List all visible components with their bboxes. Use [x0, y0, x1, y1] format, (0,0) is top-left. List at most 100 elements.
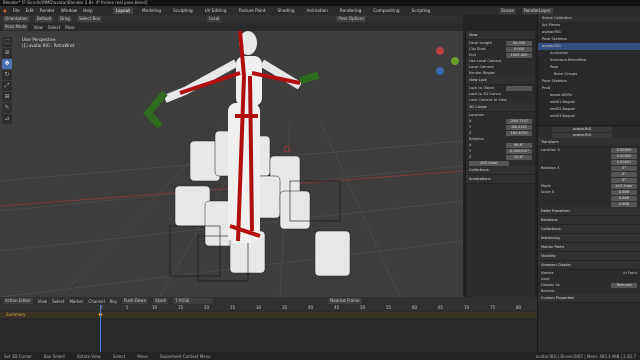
scale-y-field[interactable]: 0.868	[611, 195, 637, 201]
menu-marker[interactable]: Marker	[69, 299, 83, 304]
visibility-header[interactable]: Visibility	[538, 252, 640, 261]
tab-texture-paint[interactable]: Texture Paint	[236, 7, 269, 14]
outliner-item[interactable]: reel01.Bogroll	[538, 99, 640, 106]
outliner-item[interactable]: avatar.RIG	[538, 29, 640, 36]
outliner-item[interactable]: Bone Groups	[538, 71, 640, 78]
scale-x-field[interactable]: 0.868	[611, 189, 637, 195]
relations-header[interactable]: Relations	[538, 216, 640, 225]
select-box-dropdown[interactable]: Select Box	[76, 16, 102, 22]
instancing-header[interactable]: Instancing	[538, 234, 640, 243]
tab-animation[interactable]: Animation	[304, 7, 331, 14]
menu-window[interactable]: Window	[61, 8, 78, 13]
menu-key[interactable]: Key	[110, 299, 117, 304]
drag-dropdown[interactable]: Drag	[58, 16, 72, 22]
menu-view-tl[interactable]: View	[38, 299, 48, 304]
menu-help[interactable]: Help	[83, 8, 93, 13]
mode-dropdown[interactable]: Pose Mode	[3, 24, 29, 30]
tab-layout[interactable]: Layout	[112, 7, 134, 14]
local-camera-checkbox[interactable]: Use Local Camera	[469, 59, 501, 63]
menu-select-tl[interactable]: Select	[52, 299, 64, 304]
select-tool-icon[interactable]: ⬚	[2, 37, 12, 47]
outliner-item[interactable]: Animation	[538, 50, 640, 57]
rotation-z-field[interactable]: 0°	[611, 177, 637, 183]
3d-cursor-header[interactable]: 3D Cursor	[466, 103, 535, 112]
annotate-tool-icon[interactable]: ✎	[2, 103, 12, 113]
view-section-header[interactable]: View	[466, 31, 535, 40]
blender-logo-icon[interactable]: ◉	[3, 8, 7, 13]
delta-transform-header[interactable]: Delta Transform	[538, 207, 640, 216]
rotation-mode-dropdown[interactable]: XYZ Euler	[469, 160, 509, 166]
in-front-checkbox[interactable]: In Front	[623, 271, 637, 275]
rotation-x-field[interactable]: 0°	[611, 165, 637, 171]
clip-start-field[interactable]: 0.000	[506, 46, 532, 52]
lock-camera-checkbox[interactable]: Lock Camera to View	[469, 98, 507, 102]
measure-tool-icon[interactable]: ⊿	[2, 114, 12, 124]
menu-view[interactable]: View	[33, 25, 43, 30]
menu-channel[interactable]: Channel	[88, 299, 104, 304]
view-lock-header[interactable]: View Lock	[466, 76, 535, 85]
outliner-item[interactable]: Pose	[538, 64, 640, 71]
tab-sculpting[interactable]: Sculpting	[170, 7, 196, 14]
tab-shading[interactable]: Shading	[275, 7, 298, 14]
motion-paths-header[interactable]: Motion Paths	[538, 243, 640, 252]
outliner-item-selected[interactable]: avatar.RIG	[538, 43, 640, 50]
menu-file[interactable]: File	[13, 8, 20, 13]
outliner-item[interactable]: reel03.Bogroll	[538, 113, 640, 120]
annotations-header[interactable]: Annotations	[466, 175, 535, 184]
outliner-item[interactable]: Prod	[538, 85, 640, 92]
cursor-tool-icon[interactable]: ⊕	[2, 48, 12, 58]
nearest-frame-dropdown[interactable]: Nearest Frame	[328, 298, 362, 304]
rotation-mode-field[interactable]: XYZ Euler	[611, 183, 637, 189]
default-dropdown[interactable]: Default	[34, 16, 54, 22]
menu-edit[interactable]: Edit	[26, 8, 34, 13]
editor-type-dropdown[interactable]: Action Editor	[3, 298, 33, 304]
action-field[interactable]: T-POSE	[173, 298, 214, 304]
lock-object-field[interactable]	[506, 85, 532, 91]
cursor-location-x[interactable]: -285.7157	[506, 118, 532, 124]
viewport-display-header[interactable]: Viewport Display	[538, 261, 640, 270]
tab-scripting[interactable]: Scripting	[409, 7, 434, 14]
location-z-field[interactable]: 0.00001	[611, 159, 637, 165]
menu-pose[interactable]: Pose	[65, 25, 74, 30]
pose-options-dropdown[interactable]: Pose Options	[336, 16, 367, 22]
axes-checkbox[interactable]: Axes	[541, 277, 550, 281]
tab-rendering[interactable]: Rendering	[337, 7, 364, 14]
tab-compositing[interactable]: Compositing	[370, 7, 402, 14]
bounds-checkbox[interactable]: Bounds	[541, 289, 554, 293]
collections-header[interactable]: Collections	[466, 166, 535, 175]
outliner-item[interactable]: Scene Collection	[538, 15, 640, 22]
3d-viewport[interactable]: ⬚ ⊕ ✥ ↻ ⤢ ⊞ ✎ ⊿ User Perspective (1) ava…	[0, 31, 463, 297]
playhead[interactable]	[100, 305, 101, 352]
display-as-dropdown[interactable]: Textured	[611, 282, 637, 288]
collections-panel-header[interactable]: Collections	[538, 225, 640, 234]
object-name-field[interactable]: avatar.RIG	[552, 126, 612, 132]
local-dropdown[interactable]: Local	[206, 16, 222, 22]
tab-uv-editing[interactable]: UV Editing	[202, 7, 230, 14]
cursor-rotation-y[interactable]: -0.000016°	[506, 148, 532, 154]
cursor-rotation-x[interactable]: 68.8°	[506, 142, 532, 148]
rotation-y-field[interactable]: 0°	[611, 171, 637, 177]
custom-properties-header[interactable]: Custom Properties	[538, 294, 640, 303]
push-down-button[interactable]: Push Down	[122, 298, 149, 304]
scale-z-field[interactable]: 0.868	[611, 201, 637, 207]
location-y-field[interactable]: 0.00000	[611, 153, 637, 159]
scene-selector[interactable]: Scene	[499, 7, 516, 14]
tab-modeling[interactable]: Modeling	[139, 7, 164, 14]
names-checkbox[interactable]: Names	[541, 271, 553, 275]
focal-length-field[interactable]: 50.000	[506, 40, 532, 46]
outliner-item[interactable]: Pose Skeleton	[538, 36, 640, 43]
outliner-item[interactable]: reel02.Bogroll	[538, 106, 640, 113]
outliner-item[interactable]: board.WERV	[538, 92, 640, 99]
summary-row[interactable]: Summary	[0, 312, 537, 318]
orientation-dropdown[interactable]: Orientation	[3, 16, 30, 22]
cursor-rotation-z[interactable]: 24.8°	[506, 154, 532, 160]
lock-3d-cursor-checkbox[interactable]: Lock to 3D Cursor	[469, 92, 501, 96]
data-name-field[interactable]: avatar.RIG	[552, 132, 612, 138]
transform-header[interactable]: Transform	[538, 138, 640, 147]
view-layer-selector[interactable]: RenderLayer	[521, 7, 553, 14]
cursor-location-z[interactable]: 162.6759	[506, 130, 532, 136]
stash-button[interactable]: Stash	[153, 298, 169, 304]
clip-end-field[interactable]: 1000.000	[506, 52, 532, 58]
menu-select[interactable]: Select	[48, 25, 60, 30]
outliner-item[interactable]: Art Planes	[538, 22, 640, 29]
